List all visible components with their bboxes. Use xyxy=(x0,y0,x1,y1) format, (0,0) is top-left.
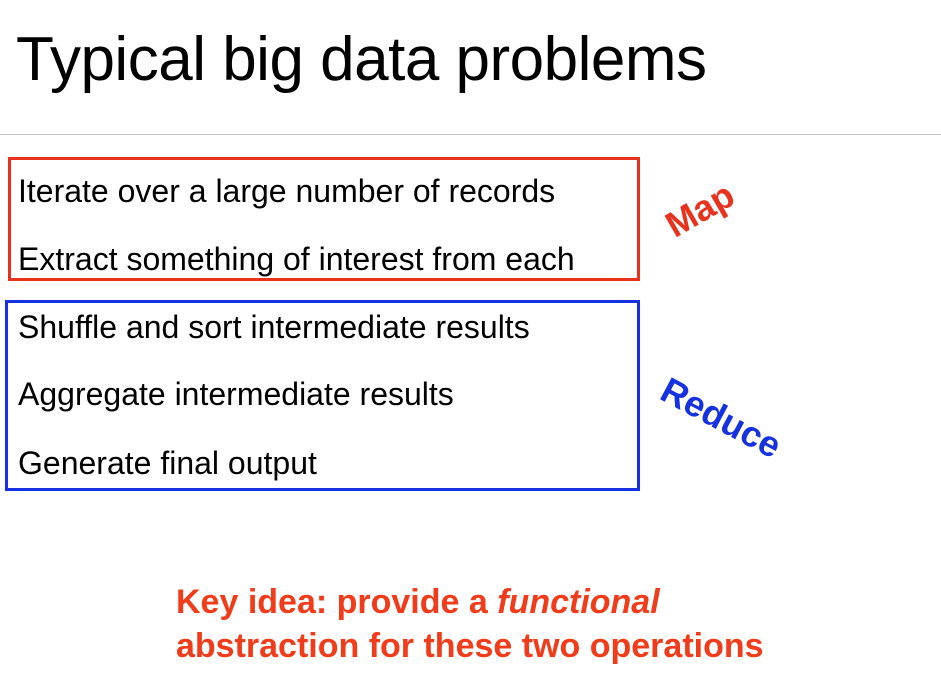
map-label: Map xyxy=(658,173,742,246)
reduce-item: Shuffle and sort intermediate results xyxy=(18,309,530,345)
key-idea-callout: Key idea: provide a functional abstracti… xyxy=(176,580,764,668)
reduce-item: Generate final output xyxy=(18,445,317,481)
map-item: Iterate over a large number of records xyxy=(18,173,556,209)
key-idea-emphasis: functional xyxy=(497,583,660,621)
map-item: Extract something of interest from each xyxy=(18,241,575,277)
key-idea-prefix: Key idea: provide a xyxy=(176,583,498,621)
key-idea-line-2: abstraction for these two operations xyxy=(176,627,764,665)
key-idea-line-1: Key idea: provide a functional xyxy=(176,580,764,624)
reduce-label: Reduce xyxy=(654,368,789,467)
slide-title: Typical big data problems xyxy=(16,25,707,94)
reduce-item: Aggregate intermediate results xyxy=(18,376,454,412)
title-divider xyxy=(0,134,941,135)
